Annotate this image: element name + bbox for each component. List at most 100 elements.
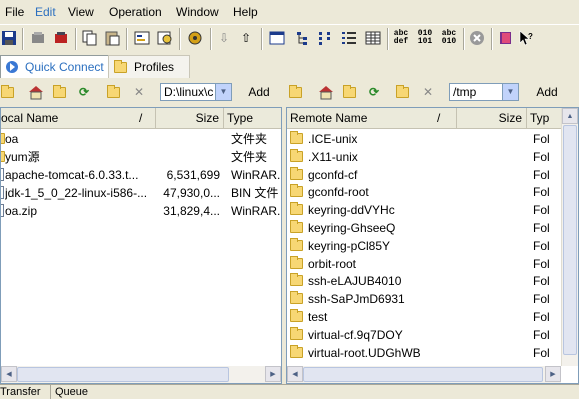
remote-add-button[interactable]: Add [531,82,563,102]
scroll-right-icon[interactable]: ▶ [265,366,281,382]
remote-col-size[interactable]: Size [457,108,527,128]
table-row[interactable]: test Fol [287,308,561,326]
table-row[interactable]: gconfd-cf Fol [287,166,561,184]
new-folder-icon[interactable] [106,84,122,100]
menu-help[interactable]: Help [233,5,258,19]
scroll-right-icon[interactable]: ▶ [545,366,561,382]
download-icon[interactable]: ⇩ [215,29,233,47]
home-icon[interactable] [318,84,334,100]
tab-profiles[interactable]: Profiles [108,55,190,78]
scroll-left-icon[interactable]: ◀ [1,366,17,382]
local-horizontal-scrollbar[interactable]: ◀ ▶ [1,366,281,383]
table-row[interactable]: .X11-unix Fol [287,148,561,166]
file-name: apache-tomcat-6.0.33.t... [5,168,139,182]
file-size [156,130,220,148]
file-name: virtual-cf.9q7DOY [308,327,403,342]
remote-col-name[interactable]: Remote Name / [287,108,457,128]
delete-icon[interactable]: ✕ [420,84,436,100]
stop-icon[interactable] [468,29,486,47]
local-add-button[interactable]: Add [243,82,275,102]
folder-up-icon[interactable] [288,84,304,100]
table-row[interactable]: oa.zip 31,829,4... WinRAR... [1,202,281,220]
table-row[interactable]: virtual-cf.9q7DOY Fol [287,326,561,344]
details-icon[interactable] [340,29,358,47]
table-row[interactable]: keyring-GhseeQ Fol [287,219,561,237]
root-folder-icon[interactable] [342,84,358,100]
find-icon[interactable] [156,29,174,47]
root-folder-icon[interactable] [52,84,68,100]
disconnect-icon[interactable] [29,29,47,47]
list-icon[interactable] [317,29,335,47]
ascii-icon[interactable]: abc def [391,29,411,47]
menu-operation[interactable]: Operation [109,5,162,19]
file-size: 47,930,0... [163,186,220,200]
remote-file-pane[interactable]: Remote Name / Size Typ .ICE-unix Fol .X11-… [286,107,579,384]
connection-tabs: Quick Connect Profiles [0,53,579,79]
local-col-size[interactable]: Size [156,108,224,128]
help-cursor-icon[interactable]: ? [517,29,535,47]
scroll-left-icon[interactable]: ◀ [287,366,303,382]
save-icon[interactable] [0,29,18,47]
view-icon[interactable] [268,29,286,47]
grid-icon[interactable] [364,29,382,47]
chevron-down-icon[interactable]: ▼ [215,84,231,100]
properties-icon[interactable] [133,29,151,47]
binary-icon[interactable]: 010 101 [415,29,435,47]
local-path-combo[interactable]: D:\linux\c ▼ [160,83,232,101]
local-col-type[interactable]: Type [224,108,281,128]
remote-path-combo[interactable]: /tmp ▼ [449,83,519,101]
file-type: WinRAR... [231,168,281,182]
file-size [156,148,220,166]
file-type: Fol [533,274,550,289]
scroll-thumb[interactable] [17,367,229,382]
upload-icon[interactable]: ⇧ [237,29,255,47]
book-icon[interactable] [497,29,515,47]
tab-quick-connect[interactable]: Quick Connect [0,55,111,78]
menu-edit[interactable]: Edit [35,5,56,19]
scroll-thumb[interactable] [303,367,543,382]
folder-icon [290,273,303,287]
remote-vertical-scrollbar[interactable]: ▲ [561,108,578,366]
paste-icon[interactable] [103,29,121,47]
table-row[interactable]: gconfd-root Fol [287,183,561,201]
local-path-value: D:\linux\c [164,85,214,99]
scroll-thumb[interactable] [563,125,577,355]
file-type: Fol [533,132,550,146]
table-row[interactable]: ssh-SaPJmD6931 Fol [287,290,561,308]
tab-queue[interactable]: Queue [50,385,103,399]
table-row[interactable]: ssh-eLAJUB4010 Fol [287,272,561,290]
table-row[interactable]: .ICE-unix Fol [287,130,561,148]
remote-col-type[interactable]: Typ [527,108,561,128]
home-icon[interactable] [28,84,44,100]
auto-icon[interactable]: abc 010 [439,29,459,47]
menu-file[interactable]: File [5,5,24,19]
table-row[interactable]: jdk-1_5_0_22-linux-i586-... 47,930,0... BI… [1,184,281,202]
file-name: yum源 [5,150,40,164]
local-file-pane[interactable]: ocal Name / Size Type oa 文件夹 yum源 文件夹 apache… [0,107,282,384]
file-name: gconfd-cf [308,167,358,182]
table-row[interactable]: keyring-pCl85Y Fol [287,237,561,255]
new-folder-icon[interactable] [395,84,411,100]
table-row[interactable]: apache-tomcat-6.0.33.t... 6,531,699 WinRAR… [1,166,281,184]
table-row[interactable]: oa 文件夹 [1,130,281,148]
menu-window[interactable]: Window [176,5,219,19]
table-row[interactable]: orbit-root Fol [287,255,561,273]
table-row[interactable]: keyring-ddVYHc Fol [287,201,561,219]
settings-icon[interactable] [186,29,204,47]
connect-icon[interactable] [52,29,70,47]
folder-icon [290,309,303,322]
folder-up-icon[interactable] [0,84,16,100]
chevron-down-icon[interactable]: ▼ [502,84,518,100]
remote-horizontal-scrollbar[interactable]: ◀ ▶ [287,366,561,383]
delete-icon[interactable]: ✕ [131,84,147,100]
local-col-name[interactable]: ocal Name / [1,108,156,128]
table-row[interactable]: virtual-root.UDGhWB Fol [287,344,561,362]
refresh-icon[interactable]: ⟳ [76,84,92,100]
menu-view[interactable]: View [68,5,94,19]
refresh-icon[interactable]: ⟳ [366,84,382,100]
scroll-up-icon[interactable]: ▲ [562,108,578,124]
tree-icon[interactable] [294,29,312,47]
table-row[interactable]: yum源 文件夹 [1,148,281,166]
copy-icon[interactable] [81,29,99,47]
tab-transfer[interactable]: Transfer [0,385,50,399]
